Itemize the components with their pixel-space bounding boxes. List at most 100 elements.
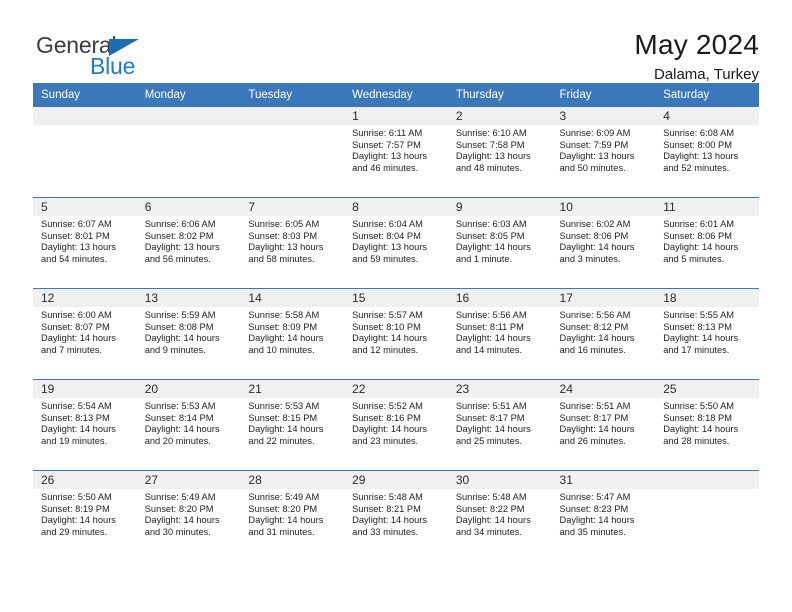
day-detail-line: Sunset: 7:57 PM	[352, 139, 421, 150]
calendar-day-cell[interactable]: 19 Sunrise: 5:54 AM Sunset: 8:13 PM Dayligh…	[33, 379, 137, 471]
day-details: Sunrise: 5:59 AM Sunset: 8:08 PM Daylight:…	[137, 307, 241, 356]
day-detail-line: Daylight: 13 hours	[663, 151, 739, 162]
day-cell-inner: 8 Sunrise: 6:04 AM Sunset: 8:04 PM Daylight…	[344, 198, 448, 288]
day-details: Sunrise: 5:51 AM Sunset: 8:17 PM Daylight:…	[552, 398, 656, 447]
calendar-day-cell[interactable]: 11 Sunrise: 6:01 AM Sunset: 8:06 PM Dayligh…	[655, 197, 759, 289]
day-detail-line: Daylight: 14 hours	[41, 515, 116, 526]
day-detail-line: Daylight: 14 hours	[663, 424, 739, 435]
day-detail-line: Daylight: 13 hours	[248, 242, 324, 253]
day-detail-line: Sunset: 8:05 PM	[455, 230, 525, 241]
calendar-day-cell[interactable]: 13 Sunrise: 5:59 AM Sunset: 8:08 PM Dayligh…	[136, 288, 241, 380]
day-detail-line: and 26 minutes.	[559, 435, 626, 446]
day-number: 31	[551, 471, 656, 489]
day-detail-line: Sunrise: 6:06 AM	[144, 219, 216, 229]
calendar-day-cell[interactable]: 9 Sunrise: 6:03 AM Sunset: 8:05 PM Daylight…	[447, 197, 552, 289]
calendar-day-cell[interactable]: 15 Sunrise: 5:57 AM Sunset: 8:10 PM Dayligh…	[344, 288, 448, 380]
day-details	[33, 125, 137, 128]
day-details: Sunrise: 5:54 AM Sunset: 8:13 PM Daylight:…	[33, 398, 137, 447]
calendar-day-cell[interactable]: 1 Sunrise: 6:11 AM Sunset: 7:57 PM Daylight…	[344, 107, 448, 198]
day-cell-inner: 31 Sunrise: 5:47 AM Sunset: 8:23 PM Dayligh…	[551, 471, 656, 561]
day-details: Sunrise: 5:56 AM Sunset: 8:11 PM Daylight:…	[448, 307, 552, 356]
calendar-day-cell[interactable]: 20 Sunrise: 5:53 AM Sunset: 8:14 PM Dayligh…	[136, 379, 241, 471]
day-cell-inner: 23 Sunrise: 5:51 AM Sunset: 8:17 PM Dayligh…	[447, 380, 552, 470]
day-number: 7	[240, 198, 345, 216]
day-details: Sunrise: 6:09 AM Sunset: 7:59 PM Daylight:…	[552, 125, 656, 174]
day-detail-line: and 30 minutes.	[144, 526, 211, 537]
day-number: 3	[551, 107, 656, 125]
calendar-week-row: 5 Sunrise: 6:07 AM Sunset: 8:01 PM Daylight…	[33, 197, 759, 289]
day-number	[33, 107, 137, 125]
day-details: Sunrise: 5:53 AM Sunset: 8:15 PM Daylight:…	[240, 398, 344, 447]
day-details: Sunrise: 5:48 AM Sunset: 8:21 PM Daylight:…	[344, 489, 448, 538]
page-subtitle: Dalama, Turkey	[653, 66, 759, 83]
calendar-day-cell[interactable]: 26 Sunrise: 5:50 AM Sunset: 8:19 PM Dayligh…	[33, 470, 137, 561]
calendar-day-cell[interactable]: 2 Sunrise: 6:10 AM Sunset: 7:58 PM Daylight…	[447, 107, 552, 198]
day-details: Sunrise: 6:03 AM Sunset: 8:05 PM Daylight:…	[448, 216, 552, 265]
calendar-day-cell[interactable]: 18 Sunrise: 5:55 AM Sunset: 8:13 PM Dayligh…	[655, 288, 759, 380]
day-detail-line: Sunrise: 6:02 AM	[559, 219, 631, 229]
calendar-day-cell[interactable]: 14 Sunrise: 5:58 AM Sunset: 8:09 PM Dayligh…	[240, 288, 345, 380]
day-details: Sunrise: 6:10 AM Sunset: 7:58 PM Daylight:…	[448, 125, 552, 174]
day-cell-inner: 6 Sunrise: 6:06 AM Sunset: 8:02 PM Daylight…	[136, 198, 241, 288]
calendar-day-cell[interactable]: 7 Sunrise: 6:05 AM Sunset: 8:03 PM Daylight…	[240, 197, 345, 289]
calendar-day-cell[interactable]: 27 Sunrise: 5:49 AM Sunset: 8:20 PM Dayligh…	[136, 470, 241, 561]
day-details: Sunrise: 5:50 AM Sunset: 8:19 PM Daylight:…	[33, 489, 137, 538]
day-number: 13	[136, 289, 241, 307]
day-detail-line: and 59 minutes.	[352, 253, 419, 264]
day-detail-line: and 56 minutes.	[144, 253, 211, 264]
day-detail-line: Daylight: 14 hours	[41, 424, 116, 435]
day-detail-line: and 19 minutes.	[41, 435, 108, 446]
day-detail-line: Sunrise: 6:10 AM	[455, 128, 527, 138]
day-detail-line: Sunrise: 5:50 AM	[41, 492, 112, 502]
day-detail-line: Sunrise: 5:58 AM	[248, 310, 320, 320]
calendar-day-cell[interactable]: 28 Sunrise: 5:49 AM Sunset: 8:20 PM Dayligh…	[240, 470, 345, 561]
day-detail-line: and 58 minutes.	[248, 253, 315, 264]
day-details: Sunrise: 5:56 AM Sunset: 8:12 PM Daylight:…	[552, 307, 656, 356]
page-header: General Blue May 2024 Dalama, Turkey	[0, 0, 792, 83]
day-details: Sunrise: 5:57 AM Sunset: 8:10 PM Daylight:…	[344, 307, 448, 356]
day-detail-line: and 1 minute.	[455, 253, 513, 264]
calendar-day-cell[interactable]: 29 Sunrise: 5:48 AM Sunset: 8:21 PM Dayligh…	[344, 470, 448, 561]
day-detail-line: Sunset: 8:20 PM	[144, 503, 214, 514]
day-detail-line: Daylight: 14 hours	[144, 515, 220, 526]
day-cell-inner: 25 Sunrise: 5:50 AM Sunset: 8:18 PM Dayligh…	[655, 380, 759, 470]
calendar-day-cell[interactable]: 5 Sunrise: 6:07 AM Sunset: 8:01 PM Daylight…	[33, 197, 137, 289]
calendar-day-cell[interactable]: 22 Sunrise: 5:52 AM Sunset: 8:16 PM Dayligh…	[344, 379, 448, 471]
calendar-day-cell[interactable]: 30 Sunrise: 5:48 AM Sunset: 8:22 PM Dayligh…	[447, 470, 552, 561]
day-number: 15	[344, 289, 448, 307]
calendar-day-cell[interactable]: 21 Sunrise: 5:53 AM Sunset: 8:15 PM Dayligh…	[240, 379, 345, 471]
calendar-day-cell[interactable]: 4 Sunrise: 6:08 AM Sunset: 8:00 PM Daylight…	[655, 107, 759, 198]
day-number: 20	[136, 380, 241, 398]
day-number: 29	[344, 471, 448, 489]
day-detail-line: Daylight: 14 hours	[455, 242, 531, 253]
calendar-day-cell[interactable]: 25 Sunrise: 5:50 AM Sunset: 8:18 PM Dayligh…	[655, 379, 759, 471]
day-detail-line: Sunset: 8:08 PM	[144, 321, 214, 332]
calendar-day-cell[interactable]: 31 Sunrise: 5:47 AM Sunset: 8:23 PM Dayligh…	[551, 470, 656, 561]
calendar-day-cell[interactable]: 12 Sunrise: 6:00 AM Sunset: 8:07 PM Dayligh…	[33, 288, 137, 380]
day-detail-line: Daylight: 14 hours	[559, 515, 635, 526]
day-cell-inner: 14 Sunrise: 5:58 AM Sunset: 8:09 PM Dayligh…	[240, 289, 345, 379]
day-detail-line: and 29 minutes.	[41, 526, 108, 537]
calendar-day-cell[interactable]: 10 Sunrise: 6:02 AM Sunset: 8:06 PM Dayligh…	[551, 197, 656, 289]
day-detail-line: Sunset: 8:01 PM	[41, 230, 110, 241]
day-number: 30	[447, 471, 552, 489]
calendar-day-cell-empty	[240, 107, 345, 198]
day-detail-line: Sunrise: 6:01 AM	[663, 219, 735, 229]
day-detail-line: Sunset: 8:09 PM	[248, 321, 318, 332]
day-detail-line: Daylight: 14 hours	[559, 424, 635, 435]
day-detail-line: Sunset: 8:13 PM	[663, 321, 732, 332]
calendar-day-cell[interactable]: 6 Sunrise: 6:06 AM Sunset: 8:02 PM Daylight…	[136, 197, 241, 289]
calendar-day-cell[interactable]: 17 Sunrise: 5:56 AM Sunset: 8:12 PM Dayligh…	[551, 288, 656, 380]
calendar-day-cell[interactable]: 23 Sunrise: 5:51 AM Sunset: 8:17 PM Dayligh…	[447, 379, 552, 471]
calendar-day-cell[interactable]: 3 Sunrise: 6:09 AM Sunset: 7:59 PM Daylight…	[551, 107, 656, 198]
calendar-day-cell[interactable]: 8 Sunrise: 6:04 AM Sunset: 8:04 PM Daylight…	[344, 197, 448, 289]
day-cell-inner: 17 Sunrise: 5:56 AM Sunset: 8:12 PM Dayligh…	[551, 289, 656, 379]
day-cell-inner: 27 Sunrise: 5:49 AM Sunset: 8:20 PM Dayligh…	[136, 471, 241, 561]
calendar-day-cell[interactable]: 16 Sunrise: 5:56 AM Sunset: 8:11 PM Dayligh…	[447, 288, 552, 380]
day-detail-line: and 34 minutes.	[455, 526, 522, 537]
brand-logo[interactable]: General Blue	[33, 28, 163, 80]
day-number	[136, 107, 241, 125]
day-detail-line: and 17 minutes.	[663, 344, 730, 355]
calendar-day-cell[interactable]: 24 Sunrise: 5:51 AM Sunset: 8:17 PM Dayligh…	[551, 379, 656, 471]
day-detail-line: and 22 minutes.	[248, 435, 315, 446]
